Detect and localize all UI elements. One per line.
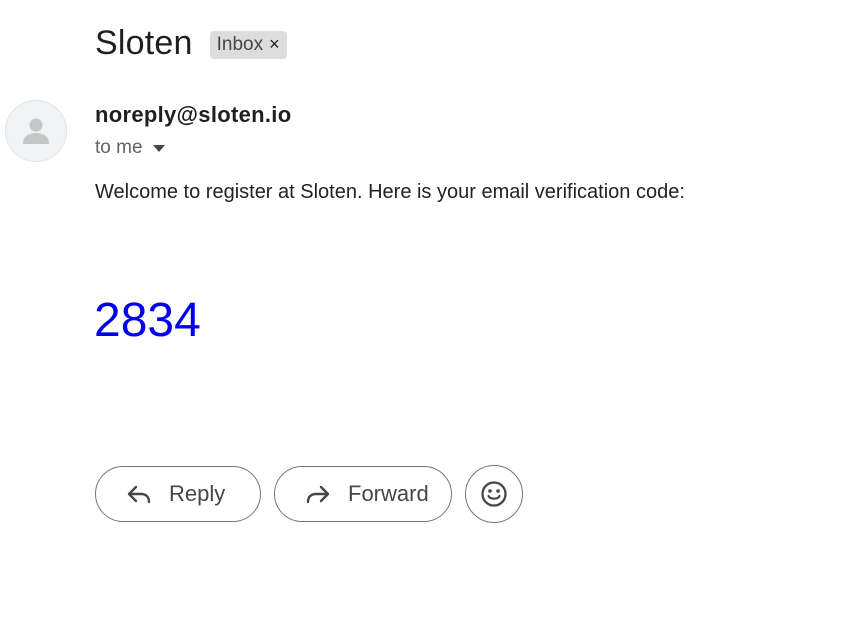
forward-button[interactable]: Forward — [274, 466, 452, 522]
action-bar: Reply Forward — [95, 465, 523, 523]
person-icon — [23, 118, 49, 144]
reply-button[interactable]: Reply — [95, 466, 261, 522]
emoji-reaction-button[interactable] — [465, 465, 523, 523]
label-chip-text: Inbox — [216, 33, 264, 55]
verification-code: 2834 — [94, 294, 201, 347]
caret-down-icon[interactable] — [152, 144, 165, 152]
reply-label: Reply — [169, 481, 226, 506]
inbox-label-chip[interactable]: Inbox × — [209, 30, 287, 59]
subject-row: Sloten Inbox × — [95, 24, 287, 63]
recipient-label: to me — [95, 137, 143, 158]
sender-avatar[interactable] — [5, 100, 67, 162]
email-body-text: Welcome to register at Sloten. Here is y… — [95, 181, 685, 203]
forward-arrow-icon — [305, 481, 331, 507]
smiley-icon — [481, 481, 507, 507]
forward-label: Forward — [348, 481, 429, 506]
reply-arrow-icon — [126, 481, 152, 507]
sender-address[interactable]: noreply@sloten.io — [95, 102, 291, 128]
remove-label-icon[interactable]: × — [269, 34, 280, 55]
email-subject: Sloten — [95, 24, 193, 62]
recipient-details-toggle[interactable]: to me — [95, 137, 165, 159]
